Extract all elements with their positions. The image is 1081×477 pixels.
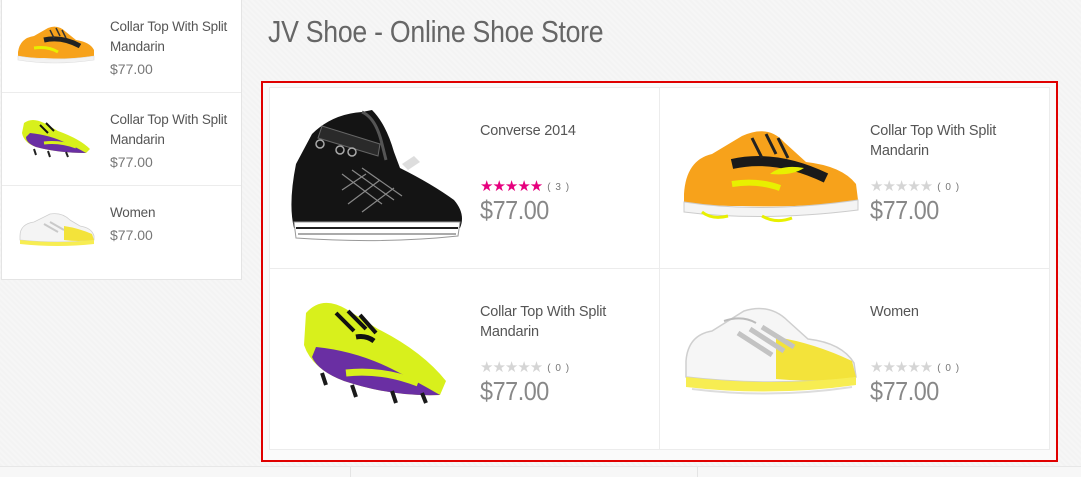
product-card[interactable]: Collar Top With Split Mandarin ★★★★★ ( 0… <box>660 88 1050 269</box>
rating-stars: ★★★★★ <box>870 178 933 195</box>
review-count: ( 3 ) <box>547 181 571 193</box>
sidebar-product-item[interactable]: Collar Top With Split Mandarin $77.00 <box>2 93 241 186</box>
review-count: ( 0 ) <box>937 362 961 374</box>
orange-running-shoe-icon[interactable] <box>672 104 862 252</box>
rating-stars: ★★★★★ <box>480 359 543 376</box>
page-title: JV Shoe - Online Shoe Store <box>268 14 604 49</box>
product-card[interactable]: Collar Top With Split Mandarin ★★★★★ ( 0… <box>270 269 660 450</box>
sidebar-product-price: $77.00 <box>110 154 153 170</box>
product-rating: ★★★★★ ( 0 ) <box>480 359 571 376</box>
rating-stars: ★★★★★ <box>480 178 543 195</box>
sidebar-product-name[interactable]: Collar Top With Split Mandarin <box>110 110 235 150</box>
product-name[interactable]: Converse 2014 <box>480 121 620 141</box>
product-card[interactable]: Women ★★★★★ ( 0 ) $77.00 <box>660 269 1050 450</box>
product-grid: Converse 2014 ★★★★★ ( 3 ) $77.00 Collar … <box>269 87 1050 450</box>
sidebar-product-item[interactable]: Women $77.00 <box>2 186 241 279</box>
product-name[interactable]: Women <box>870 302 1010 322</box>
product-name[interactable]: Collar Top With Split Mandarin <box>480 302 620 342</box>
footer-strip <box>0 466 1081 477</box>
product-rating: ★★★★★ ( 0 ) <box>870 178 961 195</box>
product-price: $77.00 <box>870 195 939 225</box>
black-high-top-sneaker-icon[interactable] <box>282 104 472 252</box>
sidebar-product-price: $77.00 <box>110 227 153 243</box>
sidebar-product-item[interactable]: Collar Top With Split Mandarin $77.00 <box>2 0 241 93</box>
orange-running-shoe-icon[interactable] <box>14 16 96 68</box>
product-price: $77.00 <box>870 376 939 406</box>
sidebar-product-name[interactable]: Women <box>110 203 235 223</box>
white-yellow-tennis-shoe-icon[interactable] <box>14 202 96 254</box>
product-rating: ★★★★★ ( 0 ) <box>870 359 961 376</box>
product-price: $77.00 <box>480 195 549 225</box>
sidebar-product-name[interactable]: Collar Top With Split Mandarin <box>110 17 235 57</box>
divider <box>697 467 698 477</box>
product-price: $77.00 <box>480 376 549 406</box>
yellow-purple-soccer-cleat-icon[interactable] <box>14 109 96 161</box>
featured-products-panel: Converse 2014 ★★★★★ ( 3 ) $77.00 Collar … <box>261 81 1058 462</box>
review-count: ( 0 ) <box>547 362 571 374</box>
product-name[interactable]: Collar Top With Split Mandarin <box>870 121 1010 161</box>
product-card[interactable]: Converse 2014 ★★★★★ ( 3 ) $77.00 <box>270 88 660 269</box>
rating-stars: ★★★★★ <box>870 359 933 376</box>
divider <box>350 467 351 477</box>
sidebar-product-list: Collar Top With Split Mandarin $77.00 Co… <box>1 0 242 280</box>
sidebar-product-price: $77.00 <box>110 61 153 77</box>
review-count: ( 0 ) <box>937 181 961 193</box>
yellow-purple-soccer-cleat-icon[interactable] <box>282 285 472 433</box>
white-yellow-tennis-shoe-icon[interactable] <box>672 285 862 433</box>
product-rating: ★★★★★ ( 3 ) <box>480 178 571 195</box>
